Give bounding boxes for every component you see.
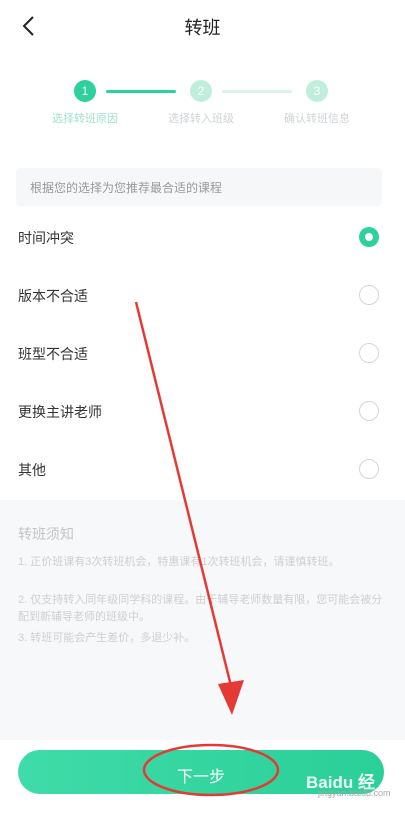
radio-checked-icon[interactable] [359,227,379,247]
notice-item: 2. 仅支持转入同年级同学科的课程。由于辅导老师数量有限，您可能会被分配到新辅导… [18,594,383,623]
notice-item: 3. 转班可能会产生差价，多退少补。 [18,632,196,644]
reason-option-other[interactable]: 其他 [0,442,405,498]
bottom-bar: 下一步 Baidu 经验 jingyan.baidu.com [0,740,405,817]
option-label: 更换主讲老师 [18,404,102,420]
page-title: 转班 [184,18,221,38]
option-label: 其他 [18,462,46,478]
notice-item: 1. 正价班课有3次转班机会，特惠课有1次转班机会，请谨慎转班。 [18,556,340,568]
step-3-label: 确认转班信息 [284,113,350,125]
radio-unchecked-icon[interactable] [359,285,379,305]
step-indicator: 1 2 3 选择转班原因 选择转入班级 确认转班信息 [0,78,405,128]
radio-unchecked-icon[interactable] [359,459,379,479]
option-label: 版本不合适 [18,288,88,304]
radio-unchecked-icon[interactable] [359,343,379,363]
step-1-dot: 1 [74,80,96,102]
step-1-label: 选择转班原因 [52,113,118,125]
transfer-notice: 转班须知 1. 正价班课有3次转班机会，特惠课有1次转班机会，请谨慎转班。 2.… [0,500,405,740]
radio-unchecked-icon[interactable] [359,401,379,421]
notice-title: 转班须知 [18,526,74,542]
step-2-label: 选择转入班级 [168,113,234,125]
hint-text: 根据您的选择为您推荐最合适的课程 [30,181,223,195]
watermark-url: jingyan.baidu.com [318,788,391,798]
step-2-dot: 2 [190,80,212,102]
option-label: 班型不合适 [18,346,88,362]
option-label: 时间冲突 [18,230,74,246]
reason-option-class-type[interactable]: 班型不合适 [0,326,405,382]
reason-option-teacher[interactable]: 更换主讲老师 [0,384,405,440]
step-connector [106,90,176,93]
header: 转班 [0,0,405,54]
step-connector [222,90,292,93]
reason-option-time-conflict[interactable]: 时间冲突 [0,210,405,266]
recommendation-hint: 根据您的选择为您推荐最合适的课程 [16,168,382,206]
reason-option-version[interactable]: 版本不合适 [0,268,405,324]
step-3-dot: 3 [306,80,328,102]
